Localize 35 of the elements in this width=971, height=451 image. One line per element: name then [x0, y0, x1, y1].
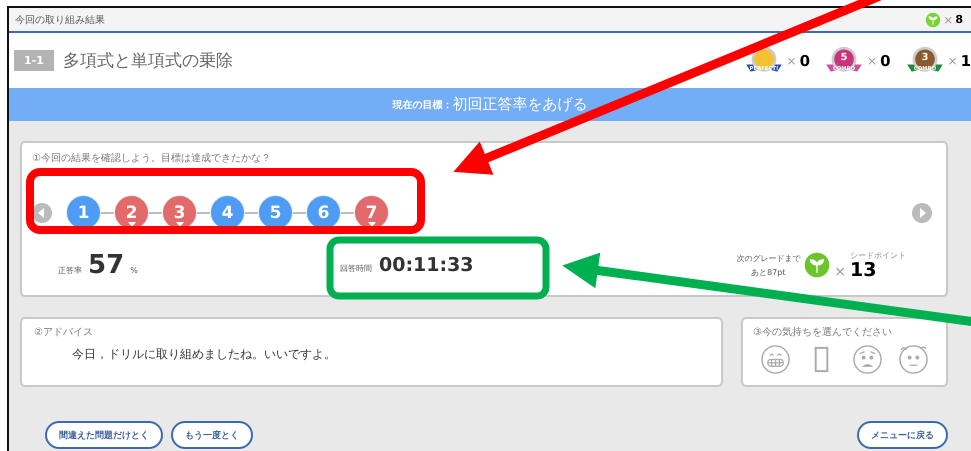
sweating-face-icon[interactable]	[898, 344, 929, 375]
goal-label: 現在の目標：	[392, 98, 452, 112]
worried-face-icon[interactable]	[852, 344, 883, 375]
action-button[interactable]: もう一度とく	[171, 421, 253, 449]
multiplier-sign: ×	[948, 54, 958, 68]
medal-count: 1	[960, 52, 971, 70]
remaining-points: あと87pt	[751, 266, 786, 278]
multiplier-sign: ×	[943, 12, 954, 26]
time-label: 回答時間	[340, 263, 372, 274]
feelings-heading: ③今の気持ちを選んでください	[753, 326, 893, 339]
grinning-face-icon[interactable]	[760, 344, 792, 375]
window-title: 今回の取り組み結果	[15, 14, 105, 26]
percent-unit: %	[130, 266, 138, 275]
action-button[interactable]: 間違えた問題だけとく	[45, 421, 163, 449]
accuracy-label: 正答率	[58, 265, 82, 276]
action-button[interactable]: メニューに戻る	[857, 421, 948, 449]
seed-points-caption: シードポイント	[850, 250, 906, 261]
seed-points-value: 13	[850, 261, 878, 280]
lesson-title: 多項式と単項式の乗除	[62, 50, 233, 72]
unit-badge: 1-1	[14, 50, 54, 71]
sprout-icon	[925, 12, 942, 28]
medal-count: 0	[880, 52, 890, 70]
accuracy-value: 57	[88, 250, 124, 280]
advice-text: 今日，ドリルに取り組めましたね。いいですよ。	[72, 346, 337, 363]
seed-count: 8	[955, 13, 963, 26]
next-grade-label: 次のグレードまで	[736, 252, 800, 264]
multiplier-sign: ×	[867, 54, 878, 68]
multiplier-sign: ×	[834, 264, 846, 280]
sprout-icon	[804, 252, 830, 278]
results-heading: ①今回の結果を確認しよう。目標は達成できたかな？	[32, 152, 272, 165]
time-value: 00:11:33	[379, 254, 474, 276]
multiplier-sign: ×	[786, 54, 797, 68]
goal-text: 初回正答率をあげる	[452, 95, 588, 114]
advice-heading: ②アドバイス	[34, 326, 94, 339]
medal-count: 0	[800, 52, 810, 70]
